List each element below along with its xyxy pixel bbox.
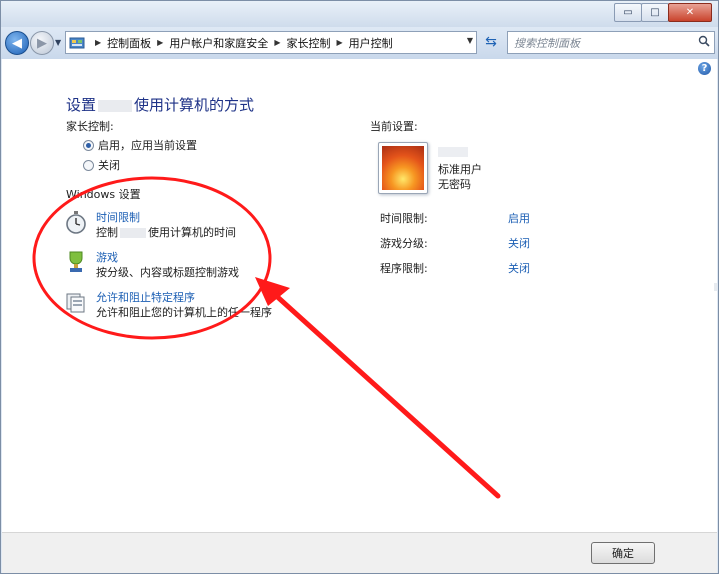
user-avatar — [378, 142, 428, 194]
breadcrumb-control-panel[interactable]: 控制面板 — [107, 35, 151, 51]
password-status: 无密码 — [438, 178, 471, 191]
navigation-bar: ◀ ▶ ▼ ▶ 控制面板 ▶ 用户帐户和家庭安全 ▶ 家长控制 ▶ 用户控制 ▼… — [1, 27, 718, 59]
time-limits-status-label: 时间限制: — [380, 212, 428, 225]
time-limits-desc: 控制 使用计算机的时间 — [96, 226, 236, 239]
help-icon[interactable]: ? — [698, 62, 711, 75]
breadcrumb-user-accounts[interactable]: 用户帐户和家庭安全 — [169, 35, 268, 51]
footer-bar: 确定 — [2, 532, 717, 573]
close-button[interactable]: ✕ — [668, 3, 712, 22]
breadcrumb-separator-icon: ▶ — [157, 38, 164, 47]
search-placeholder: 搜索控制面板 — [514, 37, 580, 50]
redacted-username — [438, 147, 468, 157]
stopwatch-icon — [66, 211, 86, 234]
parental-controls-label: 家长控制: — [66, 120, 114, 133]
forward-arrow-icon: ▶ — [37, 35, 47, 51]
back-arrow-icon: ◀ — [12, 35, 22, 51]
game-ratings-status-value[interactable]: 关闭 — [508, 235, 530, 251]
window-controls: ▭ □ ✕ — [614, 3, 712, 22]
title-bar: ▭ □ ✕ — [1, 1, 718, 27]
search-icon[interactable] — [698, 35, 710, 47]
minimize-button[interactable]: ▭ — [614, 3, 642, 22]
refresh-button[interactable]: ⇆ — [481, 33, 501, 51]
redacted-username — [98, 99, 133, 112]
radio-enable-label[interactable]: 启用，应用当前设置 — [98, 137, 197, 153]
breadcrumb-separator-icon: ▶ — [95, 38, 102, 47]
breadcrumb-separator-icon: ▶ — [336, 38, 343, 47]
radio-disable-label[interactable]: 关闭 — [98, 157, 120, 173]
page-title: 设置 使用计算机的方式 — [66, 96, 255, 114]
windows-settings-label: Windows 设置 — [66, 188, 141, 201]
refresh-icon: ⇆ — [485, 34, 497, 50]
current-settings-label: 当前设置: — [370, 120, 418, 133]
radio-enable[interactable] — [83, 140, 94, 151]
search-input[interactable]: 搜索控制面板 — [507, 31, 715, 54]
programs-icon — [66, 293, 85, 313]
main-content: ? 设置 使用计算机的方式 家长控制: 启用，应用当前设置 关闭 Windows … — [2, 59, 717, 532]
time-limits-link[interactable]: 时间限制 — [96, 209, 140, 225]
allow-block-programs-desc: 允许和阻止您的计算机上的任一程序 — [96, 306, 272, 319]
maximize-button[interactable]: □ — [641, 3, 669, 22]
control-panel-icon — [69, 37, 85, 48]
ok-button[interactable]: 确定 — [591, 542, 655, 564]
recent-pages-dropdown-icon[interactable]: ▼ — [55, 38, 61, 47]
time-limits-status-value[interactable]: 启用 — [508, 210, 530, 226]
program-limits-status-value[interactable]: 关闭 — [508, 260, 530, 276]
back-button[interactable]: ◀ — [5, 31, 29, 55]
control-panel-window: ▭ □ ✕ ◀ ▶ ▼ ▶ 控制面板 ▶ 用户帐户和家庭安全 ▶ 家长控制 ▶ — [0, 0, 719, 574]
forward-button[interactable]: ▶ — [30, 31, 54, 55]
trophy-icon — [69, 251, 83, 272]
address-bar[interactable]: ▶ 控制面板 ▶ 用户帐户和家庭安全 ▶ 家长控制 ▶ 用户控制 ▼ — [65, 31, 477, 54]
radio-disable[interactable] — [83, 160, 94, 171]
breadcrumb-separator-icon: ▶ — [274, 38, 281, 47]
allow-block-programs-link[interactable]: 允许和阻止特定程序 — [96, 289, 195, 305]
address-dropdown-icon[interactable]: ▼ — [467, 36, 473, 45]
flower-picture — [382, 146, 424, 190]
games-desc: 按分级、内容或标题控制游戏 — [96, 266, 239, 279]
account-type: 标准用户 — [438, 163, 482, 176]
game-ratings-status-label: 游戏分级: — [380, 237, 428, 250]
program-limits-status-label: 程序限制: — [380, 262, 428, 275]
games-link[interactable]: 游戏 — [96, 249, 118, 265]
resize-handle — [714, 283, 717, 291]
redacted-username — [120, 228, 146, 238]
breadcrumb-parental-controls[interactable]: 家长控制 — [286, 35, 330, 51]
breadcrumb-user-controls[interactable]: 用户控制 — [349, 35, 393, 51]
